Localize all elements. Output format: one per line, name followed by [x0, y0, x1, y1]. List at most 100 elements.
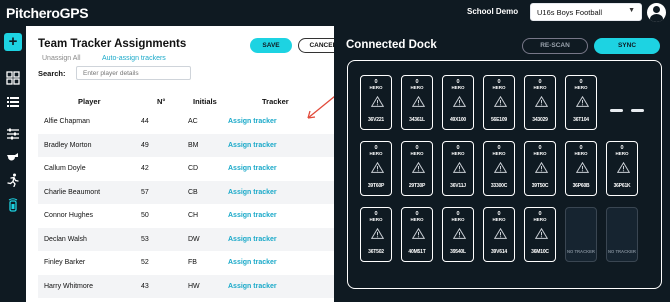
player-number: 52: [141, 259, 149, 266]
search-input[interactable]: [76, 66, 191, 80]
save-button[interactable]: SAVE: [250, 38, 292, 53]
player-initials: HW: [188, 282, 200, 290]
dashboard-icon[interactable]: [6, 71, 20, 85]
player-number: 53: [141, 235, 149, 243]
tracker-slot[interactable]: 0 HERO 49X100: [442, 75, 474, 130]
tracker-slot[interactable]: 0 HERO 39V614: [483, 207, 515, 262]
player-number: 43: [141, 282, 149, 290]
table-row: Finley Barker 52 FB Assign tracker: [38, 251, 334, 275]
tracker-serial: 36M10C: [531, 249, 549, 255]
tracker-slot[interactable]: 0 HERO 36M10C: [524, 207, 556, 262]
tracker-label: HERO: [451, 151, 465, 156]
player-name: Finley Barker: [44, 259, 86, 266]
tracker-label: HERO: [410, 85, 424, 90]
tracker-slot[interactable]: 0 HERO 36P60B: [565, 141, 597, 196]
warning-icon: [412, 228, 425, 239]
player-name: Connor Hughes: [44, 212, 94, 219]
warning-icon: [412, 162, 425, 173]
tracker-label: HERO: [533, 151, 547, 156]
charging-indicator: [610, 109, 623, 112]
player-initials: CH: [188, 212, 199, 219]
tracker-serial: 36T502: [368, 249, 384, 255]
top-bar: PitcheroGPS School Demo U16s Boys Footba…: [0, 0, 670, 26]
assign-tracker-link[interactable]: Assign tracker: [228, 259, 277, 266]
tracker-serial: 36P61K: [613, 183, 631, 189]
settings-sliders-icon[interactable]: [6, 127, 20, 141]
warning-icon: [576, 96, 589, 107]
player-initials: BM: [188, 141, 199, 149]
tracker-slot[interactable]: 0 HERO 56E109: [483, 75, 515, 130]
tracker-label: HERO: [492, 85, 506, 90]
tracker-serial: 40M51T: [408, 249, 426, 255]
app-logo[interactable]: PitcheroGPS: [6, 5, 89, 21]
player-name: Bradley Morton: [44, 141, 92, 149]
tracker-label: HERO: [615, 151, 629, 156]
tracker-icon[interactable]: [6, 198, 20, 212]
assign-tracker-link[interactable]: Assign tracker: [228, 165, 277, 172]
tracker-label: HERO: [451, 85, 465, 90]
tracker-slot[interactable]: 0 HERO 39T50C: [524, 141, 556, 196]
tracker-slot[interactable]: 0 HERO 29T30P: [401, 141, 433, 196]
tracker-assignments-panel: Team Tracker Assignments SAVE CANCEL Una…: [26, 26, 348, 302]
assign-tracker-link[interactable]: Assign tracker: [228, 189, 277, 196]
tracker-serial: 33300C: [490, 183, 508, 189]
warning-icon: [453, 162, 466, 173]
warning-icon: [535, 96, 548, 107]
add-button[interactable]: +: [4, 33, 22, 51]
warning-icon: [371, 162, 384, 173]
player-initials: DW: [188, 235, 200, 243]
empty-slot: NO TRACKER: [565, 207, 597, 262]
column-header-player: Player: [78, 97, 101, 106]
warning-icon: [576, 162, 589, 173]
assign-tracker-link[interactable]: Assign tracker: [228, 283, 277, 290]
tracker-slot[interactable]: 0 HERO 343029: [524, 75, 556, 130]
tracker-slot[interactable]: 0 HERO 39T60P: [360, 141, 392, 196]
tracker-slot[interactable]: 0 HERO 36P61K: [606, 141, 638, 196]
dock-grid: 0 HERO 36V221 0 HERO 34361L 0 HERO 49X100 0 HERO 56…: [347, 60, 662, 289]
player-number: 42: [141, 165, 149, 172]
tracker-slot[interactable]: 0 HERO 39540L: [442, 207, 474, 262]
player-initials: FB: [188, 259, 197, 266]
player-name: Harry Whitmore: [44, 282, 94, 290]
player-name: Declan Walsh: [44, 235, 87, 243]
list-icon[interactable]: [6, 95, 20, 109]
tracker-label: HERO: [574, 85, 588, 90]
tracker-serial: 56E109: [490, 117, 508, 123]
runner-icon[interactable]: [6, 173, 20, 187]
player-number: 50: [141, 212, 149, 219]
assign-tracker-link[interactable]: Assign tracker: [228, 118, 277, 125]
assign-tracker-link[interactable]: Assign tracker: [228, 212, 277, 219]
search-label: Search:: [38, 69, 66, 78]
chevron-down-icon: ▼: [628, 7, 635, 14]
warning-icon: [494, 162, 507, 173]
auto-assign-link[interactable]: Auto-assign trackers: [102, 55, 166, 62]
dock-title: Connected Dock: [346, 39, 437, 51]
tracker-slot[interactable]: 0 HERO 36V11J: [442, 141, 474, 196]
player-name: Alfie Chapman: [44, 118, 90, 125]
tracker-slot[interactable]: 0 HERO 40M51T: [401, 207, 433, 262]
tracker-slot[interactable]: 0 HERO 36V221: [360, 75, 392, 130]
sidebar: +: [0, 26, 26, 302]
whistle-icon[interactable]: [6, 150, 20, 164]
tracker-serial: 34361L: [409, 117, 425, 123]
tracker-serial: 36P60B: [572, 183, 590, 189]
tracker-label: HERO: [492, 217, 506, 222]
table-row: Harry Whitmore 43 HW Assign tracker: [38, 274, 334, 298]
player-number: 49: [141, 141, 149, 149]
tracker-slot[interactable]: 0 HERO 34361L: [401, 75, 433, 130]
assign-tracker-link[interactable]: Assign tracker: [228, 236, 277, 243]
assign-tracker-link[interactable]: Assign tracker: [228, 142, 277, 149]
user-avatar[interactable]: [647, 3, 666, 22]
warning-icon: [412, 96, 425, 107]
tracker-slot[interactable]: 0 HERO 36T104: [565, 75, 597, 130]
tracker-label: HERO: [451, 217, 465, 222]
tracker-slot[interactable]: 0 HERO 36T502: [360, 207, 392, 262]
tracker-serial: 36T104: [573, 117, 589, 123]
warning-icon: [494, 228, 507, 239]
team-select[interactable]: U16s Boys Football ▼: [530, 3, 642, 21]
unassign-all-link[interactable]: Unassign All: [42, 55, 81, 62]
sync-button[interactable]: SYNC: [594, 38, 660, 54]
rescan-button[interactable]: RE-SCAN: [522, 38, 588, 54]
table-row: Declan Walsh 53 DW Assign tracker: [38, 227, 334, 251]
tracker-slot[interactable]: 0 HERO 33300C: [483, 141, 515, 196]
